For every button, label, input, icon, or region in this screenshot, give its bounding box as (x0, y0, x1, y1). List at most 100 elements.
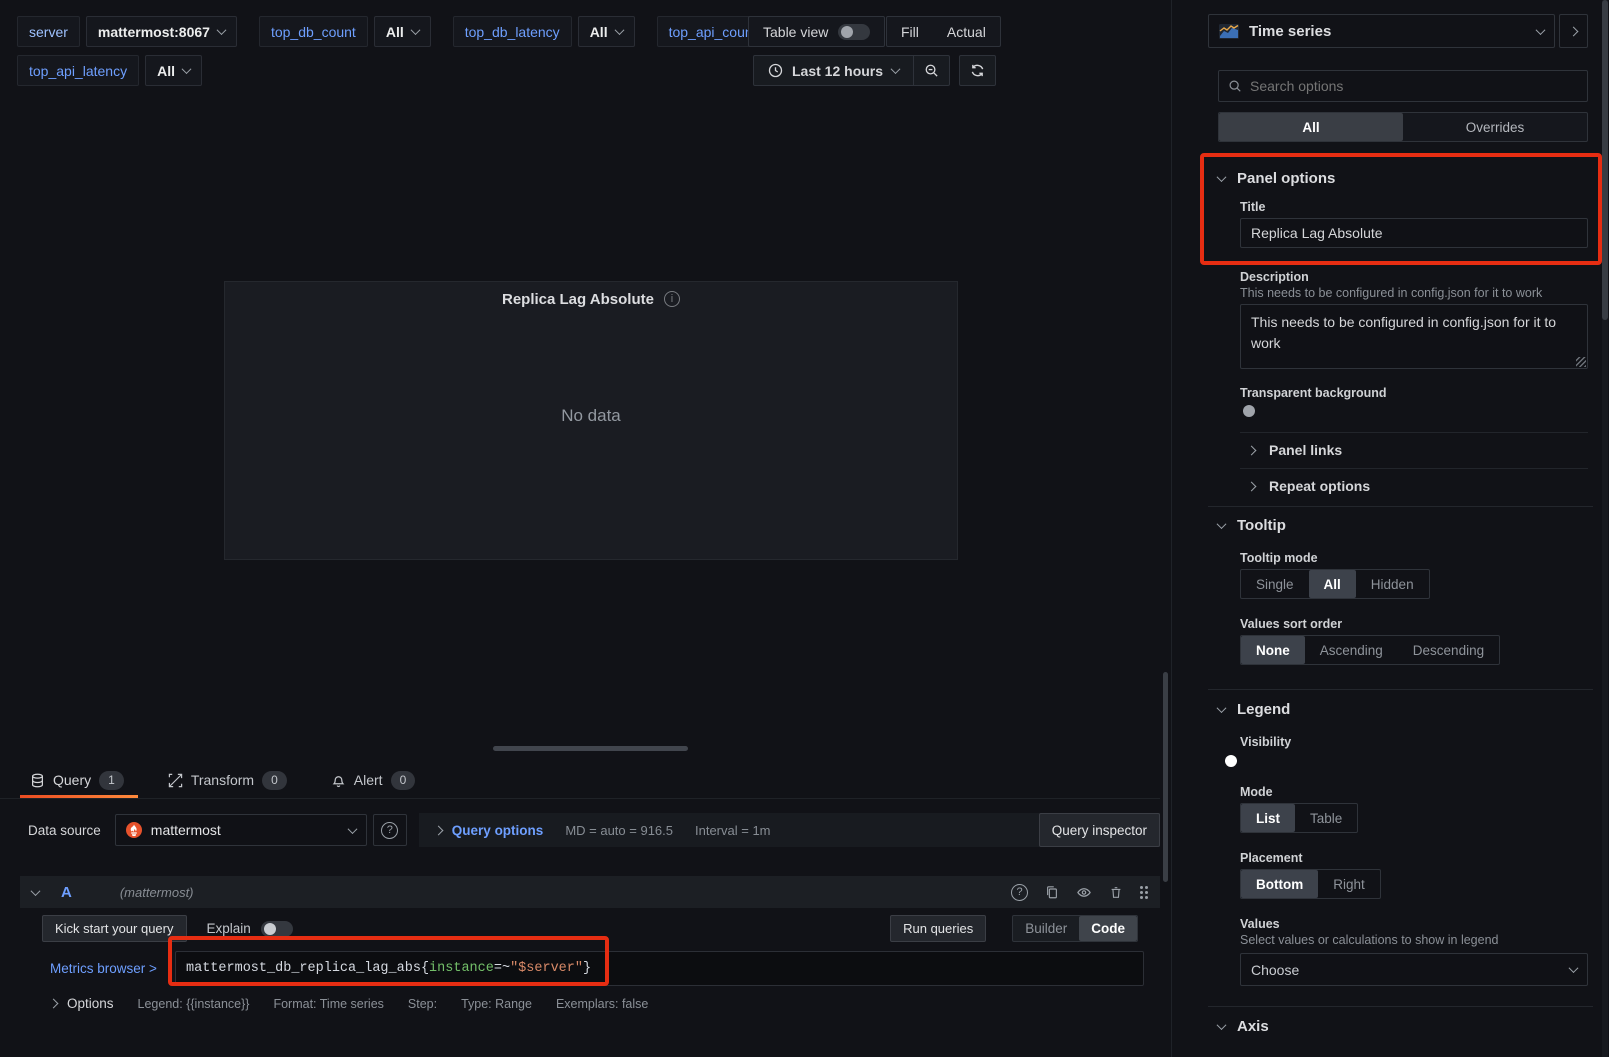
chevron-right-icon (1247, 481, 1257, 491)
variable-label-top_db_count[interactable]: top_db_count (259, 16, 368, 47)
panel-links-header[interactable]: Panel links (1248, 442, 1342, 458)
variable-label-top_db_latency[interactable]: top_db_latency (453, 16, 572, 47)
code-option[interactable]: Code (1079, 916, 1137, 941)
legend-values-help: Select values or calculations to show in… (1240, 933, 1592, 947)
clock-icon (768, 63, 783, 78)
tooltip-mode-all[interactable]: All (1309, 570, 1356, 598)
datasource-help-button[interactable]: ? (373, 814, 407, 846)
main-scrollbar[interactable] (1163, 672, 1168, 882)
variable-picker-top_db_count[interactable]: All (374, 16, 431, 47)
eye-icon[interactable] (1076, 885, 1092, 900)
chevron-right-icon (1247, 445, 1257, 455)
refresh-icon (970, 63, 985, 78)
tooltip-mode-hidden[interactable]: Hidden (1356, 570, 1429, 598)
panel-options-header[interactable]: Panel options (1218, 170, 1335, 187)
query-options-interval: Interval = 1m (695, 823, 771, 838)
variable-label-server[interactable]: server (17, 16, 80, 47)
viz-picker-label: Time series (1249, 23, 1331, 40)
trash-icon[interactable] (1109, 885, 1123, 900)
splitter-drag-handle[interactable] (493, 746, 688, 751)
variable-value: mattermost:8067 (98, 24, 210, 40)
tab-alert[interactable]: Alert 0 (331, 762, 415, 798)
tooltip-section-header[interactable]: Tooltip (1218, 517, 1286, 534)
chevron-down-icon (1217, 172, 1227, 182)
kick-start-query-button[interactable]: Kick start your query (42, 915, 187, 942)
variable-picker-top_api_latency[interactable]: All (145, 55, 202, 86)
repeat-options-header[interactable]: Repeat options (1248, 478, 1370, 494)
placement-right[interactable]: Right (1318, 870, 1380, 898)
datasource-label: Data source (28, 823, 101, 838)
datasource-picker[interactable]: mattermost (115, 814, 367, 846)
variable-label-top_api_latency[interactable]: top_api_latency (17, 55, 139, 86)
fill-button[interactable]: Fill (887, 17, 933, 46)
option-legend: Legend: {{instance}} (138, 997, 250, 1011)
divider (1240, 432, 1588, 433)
table-view-control[interactable]: Table view (748, 16, 885, 47)
variable-picker-top_db_latency[interactable]: All (578, 16, 635, 47)
sort-none[interactable]: None (1241, 636, 1305, 664)
legend-values-select[interactable]: Choose (1240, 953, 1588, 986)
expr-label-name: instance (429, 961, 494, 976)
explain-label: Explain (207, 921, 251, 936)
metrics-browser-link[interactable]: Metrics browser > (50, 961, 175, 976)
editor-tabs: Query 1 Transform 0 Alert 0 (30, 762, 415, 798)
tooltip-mode-group: Single All Hidden (1240, 569, 1430, 599)
query-options-header[interactable]: Query options MD = auto = 916.5 Interval… (419, 813, 1160, 847)
tab-transform[interactable]: Transform 0 (168, 762, 287, 798)
explain-toggle[interactable] (261, 921, 293, 937)
tabs-divider (0, 798, 1160, 799)
legend-mode-group: List Table (1240, 803, 1358, 833)
tab-alert-label: Alert (354, 772, 383, 788)
collapse-options-button[interactable] (1559, 14, 1588, 48)
sort-descending[interactable]: Descending (1398, 636, 1499, 664)
visualization-picker[interactable]: Time series (1208, 14, 1555, 48)
sidebar-scrollbar-thumb[interactable] (1602, 0, 1608, 320)
legend-mode-table[interactable]: Table (1295, 804, 1357, 832)
sort-ascending[interactable]: Ascending (1305, 636, 1398, 664)
transform-icon (168, 773, 183, 788)
tab-all[interactable]: All (1219, 113, 1403, 141)
legend-title: Legend (1237, 701, 1290, 718)
builder-option[interactable]: Builder (1013, 916, 1079, 941)
table-view-toggle[interactable] (838, 24, 870, 40)
panel-title-input[interactable] (1240, 218, 1588, 248)
zoom-out-button[interactable] (913, 56, 949, 85)
tab-transform-count: 0 (262, 771, 287, 790)
duplicate-icon[interactable] (1045, 885, 1059, 900)
panel-title[interactable]: Replica Lag Absolute (502, 291, 654, 308)
values-sort-group: None Ascending Descending (1240, 635, 1500, 665)
query-inspector-button[interactable]: Query inspector (1039, 813, 1160, 847)
legend-section-header[interactable]: Legend (1218, 701, 1290, 718)
panel-description-textarea[interactable]: This needs to be configured in config.js… (1240, 304, 1588, 369)
chevron-down-icon (1569, 963, 1579, 973)
search-options-input[interactable] (1250, 78, 1578, 94)
chevron-down-icon (182, 64, 192, 74)
promql-code-input[interactable]: mattermost_db_replica_lag_abs{instance=~… (175, 951, 1144, 986)
placement-bottom[interactable]: Bottom (1241, 870, 1318, 898)
variable-picker-server[interactable]: mattermost:8067 (86, 16, 237, 47)
info-icon[interactable]: i (664, 291, 680, 307)
query-help-icon[interactable]: ? (1011, 884, 1028, 901)
panel-preview: Replica Lag Absolute i No data (224, 281, 958, 560)
search-options-box[interactable] (1218, 70, 1588, 102)
tab-overrides[interactable]: Overrides (1403, 113, 1587, 141)
tooltip-mode-single[interactable]: Single (1241, 570, 1309, 598)
run-queries-button[interactable]: Run queries (890, 915, 986, 942)
chevron-down-icon (614, 25, 624, 35)
zoom-out-icon (924, 63, 939, 78)
actual-button[interactable]: Actual (933, 17, 1000, 46)
legend-mode-list[interactable]: List (1241, 804, 1295, 832)
legend-mode-label: Mode (1240, 785, 1273, 799)
refresh-button[interactable] (960, 56, 995, 85)
resize-handle-icon[interactable] (1576, 357, 1586, 367)
drag-handle-icon[interactable] (1140, 886, 1148, 899)
query-row-header[interactable]: A (mattermost) ? (20, 876, 1160, 908)
time-range-picker[interactable]: Last 12 hours (754, 56, 913, 85)
option-exemplars: Exemplars: false (556, 997, 648, 1011)
chevron-down-icon (410, 25, 420, 35)
tab-query[interactable]: Query 1 (30, 762, 124, 798)
axis-section-header[interactable]: Axis (1218, 1018, 1269, 1035)
chevron-down-icon (891, 64, 901, 74)
query-options-row[interactable]: Options Legend: {{instance}} Format: Tim… (20, 996, 1160, 1011)
chevron-down-icon (1536, 25, 1546, 35)
